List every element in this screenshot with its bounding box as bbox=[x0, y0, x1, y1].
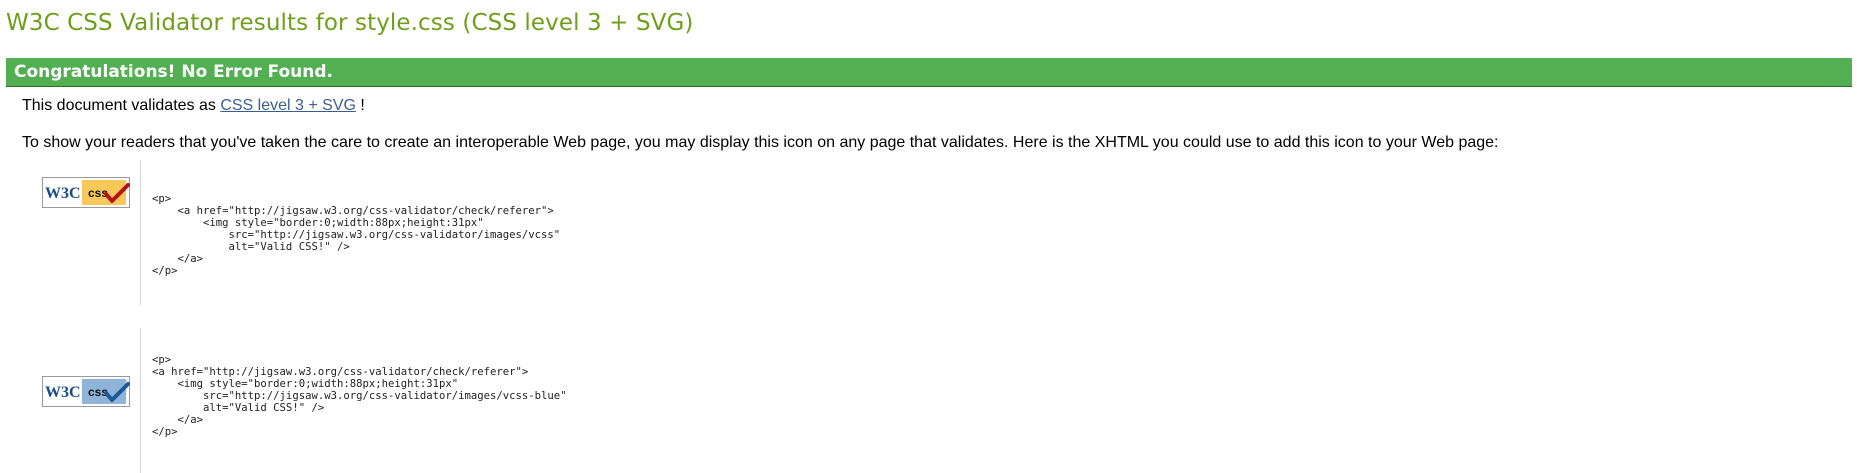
badge-w3c-text: W3C bbox=[45, 185, 81, 202]
badge-code-snippet: <p> <a href="http://jigsaw.w3.org/css-va… bbox=[152, 193, 561, 277]
validation-message: This document validates as CSS level 3 +… bbox=[22, 97, 365, 115]
valid-css-blue-badge-icon: W3C css bbox=[42, 376, 130, 407]
banner-text: Congratulations! No Error Found. bbox=[14, 62, 333, 82]
badge-w3c-text: W3C bbox=[45, 384, 81, 401]
validates-prefix: This document validates as bbox=[22, 97, 221, 114]
validates-suffix: ! bbox=[355, 97, 365, 114]
badge-row-vcss-blue: W3C css <p> <a href="http://jigsaw.w3.or… bbox=[0, 328, 800, 473]
badge-divider bbox=[140, 160, 141, 305]
success-banner: Congratulations! No Error Found. bbox=[6, 58, 1852, 87]
icon-info-text: To show your readers that you've taken t… bbox=[22, 134, 1499, 151]
css-profile-link[interactable]: CSS level 3 + SVG bbox=[220, 97, 356, 114]
badge-divider bbox=[140, 328, 141, 473]
badge-row-vcss: W3C css <p> <a href="http://jigsaw.w3.or… bbox=[0, 160, 800, 305]
badge-cell: W3C css bbox=[38, 328, 138, 473]
badge-code-snippet: <p> <a href="http://jigsaw.w3.org/css-va… bbox=[152, 354, 567, 438]
badge-cell: W3C css bbox=[38, 160, 138, 305]
page-title: W3C CSS Validator results for style.css … bbox=[6, 10, 694, 36]
valid-css-badge-icon: W3C css bbox=[42, 177, 130, 208]
